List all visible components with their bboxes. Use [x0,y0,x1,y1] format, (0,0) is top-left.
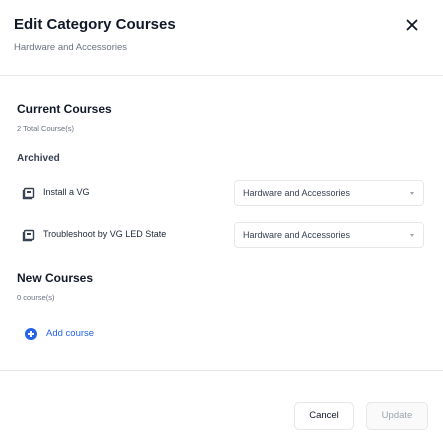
caret-down-icon [410,234,414,237]
current-courses-count: 2 Total Course(s) [17,124,74,133]
course-name: Install a VG [43,187,90,197]
modal-subtitle: Hardware and Accessories [14,42,127,53]
course-category-value: Hardware and Accessories [243,188,351,198]
close-icon [406,19,418,31]
course-icon [22,187,35,200]
course-name: Troubleshoot by VG LED State [43,229,167,239]
add-course-label: Add course [46,328,95,339]
caret-down-icon [410,192,414,195]
course-row: Troubleshoot by VG LED State Hardware an… [22,222,424,248]
course-icon [22,229,35,242]
modal-header: Edit Category Courses Hardware and Acces… [0,0,443,76]
edit-category-courses-modal: Edit Category Courses Hardware and Acces… [0,0,443,443]
close-button[interactable] [402,15,422,35]
plus-circle-icon [25,328,37,340]
group-label-archived: Archived [17,153,60,164]
course-category-select[interactable]: Hardware and Accessories [234,222,424,248]
update-button[interactable]: Update [366,402,428,430]
footer-divider [0,370,443,371]
course-row: Install a VG Hardware and Accessories [22,180,424,206]
modal-title: Edit Category Courses [14,16,176,33]
course-category-value: Hardware and Accessories [243,230,351,240]
current-courses-title: Current Courses [17,102,112,116]
new-courses-title: New Courses [17,271,94,285]
new-courses-count: 0 course(s) [17,293,55,302]
course-category-select[interactable]: Hardware and Accessories [234,180,424,206]
cancel-button[interactable]: Cancel [294,402,354,430]
